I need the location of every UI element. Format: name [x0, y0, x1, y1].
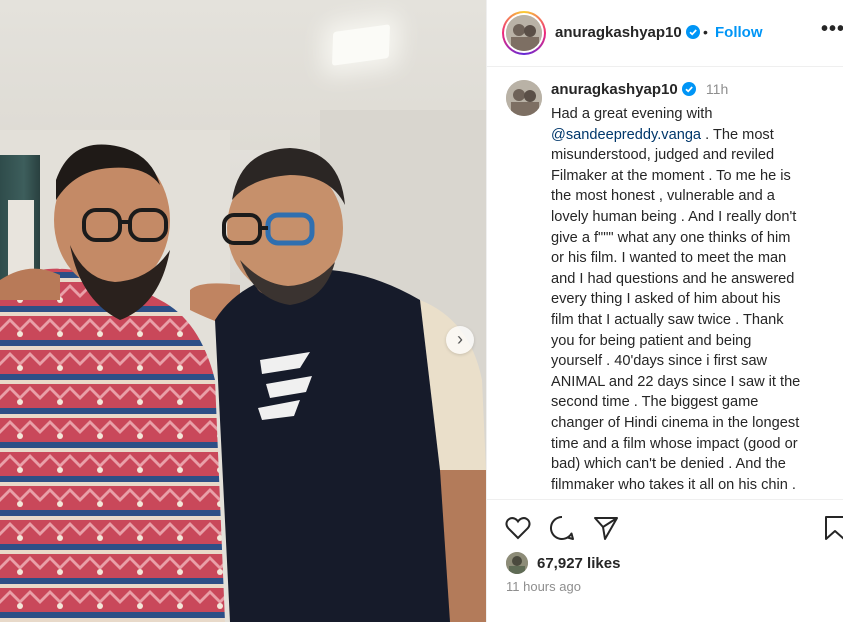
caption-line: changer of Hindi cinema in the longest	[551, 414, 800, 431]
caption-line: Filmaker at the moment . To me he is	[551, 167, 791, 184]
caption-line: filmmaker who takes it all on his chin .	[551, 476, 796, 493]
caption-avatar[interactable]	[506, 80, 542, 116]
chevron-right-icon: ›	[457, 329, 463, 349]
header-username[interactable]: anuragkashyap10	[555, 24, 700, 41]
bookmark-icon[interactable]	[821, 514, 843, 542]
caption-line: ANIMAL and 22 days since I saw it the	[551, 373, 801, 390]
caption-line: the most honest , vulnerable and a	[551, 188, 775, 205]
caption-line: every thing I asked of him about his	[551, 291, 781, 308]
caption-username[interactable]: anuragkashyap10	[551, 81, 678, 98]
verified-badge-icon	[685, 25, 700, 39]
caption-line: you for being patient and being	[551, 332, 752, 349]
follow-button[interactable]: Follow	[715, 24, 763, 41]
caption-timestamp[interactable]: 11h	[706, 81, 728, 97]
separator-dot: •	[703, 24, 708, 40]
heart-icon[interactable]	[504, 514, 532, 542]
profile-avatar[interactable]	[502, 11, 546, 55]
people-illustration	[0, 144, 486, 622]
verified-badge-icon	[681, 82, 696, 96]
caption-line-suffix: . The most	[701, 126, 774, 143]
caption-text: Had a great evening with @sandeepreddy.v…	[551, 104, 833, 495]
comment-icon[interactable]	[548, 514, 576, 542]
caption-line: yourself . 40'days since i first saw	[551, 353, 768, 370]
avatar-image	[506, 80, 542, 116]
caption-line: bad) which can't be denied . And the	[551, 456, 786, 473]
likes-count[interactable]: 67,927 likes	[537, 555, 620, 572]
post-header: anuragkashyap10 • Follow •••	[487, 0, 843, 67]
caption-line: film that I actually saw twice . Thank	[551, 311, 784, 328]
post-time-ago[interactable]: 11 hours ago	[506, 579, 581, 594]
avatar-image	[506, 552, 528, 574]
caption-line: misunderstood, judged and reviled	[551, 147, 775, 164]
more-options-icon[interactable]: •••	[821, 18, 843, 41]
caption-line: or his film. I wanted to meet the man	[551, 250, 787, 267]
caption-line: second time . The biggest game	[551, 394, 759, 411]
caption-section: anuragkashyap10 11h Had a great evening …	[487, 68, 843, 498]
caption-line: give a f""" what any one thinks of him	[551, 229, 791, 246]
caption-line: @sandeepreddy.vanga . The most	[551, 125, 833, 146]
caption-line: lovely human being . And I really don't	[551, 208, 797, 225]
mention-link[interactable]: @sandeepreddy.vanga	[551, 127, 701, 143]
post-actions: 67,927 likes 11 hours ago	[487, 499, 843, 622]
liker-avatar[interactable]	[506, 552, 528, 574]
post-sidebar: anuragkashyap10 • Follow ••• anuragkashy…	[486, 0, 843, 622]
post-photo[interactable]: ›	[0, 0, 486, 622]
avatar-image	[506, 15, 542, 51]
caption-header: anuragkashyap10 11h	[551, 81, 728, 98]
caption-line: and I had questions and he answered	[551, 270, 795, 287]
next-photo-button[interactable]: ›	[446, 326, 474, 354]
share-icon[interactable]	[592, 514, 620, 542]
caption-line: time and a film whose impact (good or	[551, 435, 798, 452]
caption-line: Had a great evening with	[551, 106, 713, 122]
